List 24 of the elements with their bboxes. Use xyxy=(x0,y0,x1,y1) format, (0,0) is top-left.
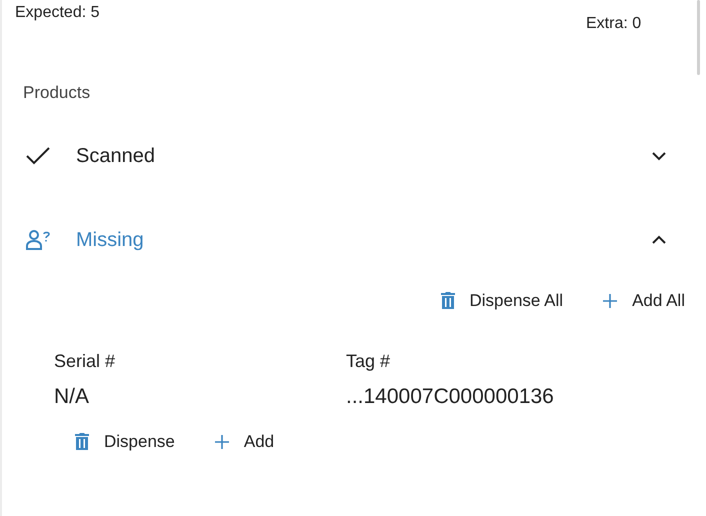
section-title: Scanned xyxy=(76,144,156,169)
tag-label: Tag # xyxy=(346,350,392,373)
extra-count: Extra: 0 xyxy=(586,14,642,34)
scrollbar[interactable] xyxy=(697,0,700,75)
expected-count: Expected: 5 xyxy=(15,3,100,23)
section-header[interactable]: Missing xyxy=(2,220,706,260)
section-header[interactable]: Scanned xyxy=(2,136,706,176)
plus-icon xyxy=(214,434,229,449)
serial-value: N/A xyxy=(54,384,90,410)
add-button[interactable]: Add xyxy=(214,429,274,454)
add-all-button[interactable]: Add All xyxy=(603,288,685,314)
dispense-all-button[interactable]: Dispense All xyxy=(440,288,564,314)
chevron-up-icon xyxy=(652,235,666,245)
products-heading: Products xyxy=(23,82,90,104)
chevron-down-icon xyxy=(652,151,666,161)
dispense-button[interactable]: Dispense xyxy=(75,429,175,454)
serial-label: Serial # xyxy=(54,350,116,372)
trash-icon xyxy=(440,292,454,310)
section-title: Missing xyxy=(76,228,145,253)
person-question-icon xyxy=(26,230,52,250)
trash-icon xyxy=(75,433,89,450)
check-icon xyxy=(26,147,50,165)
plus-icon xyxy=(603,294,618,308)
tag-value: ...140007C000000136 xyxy=(346,384,555,410)
